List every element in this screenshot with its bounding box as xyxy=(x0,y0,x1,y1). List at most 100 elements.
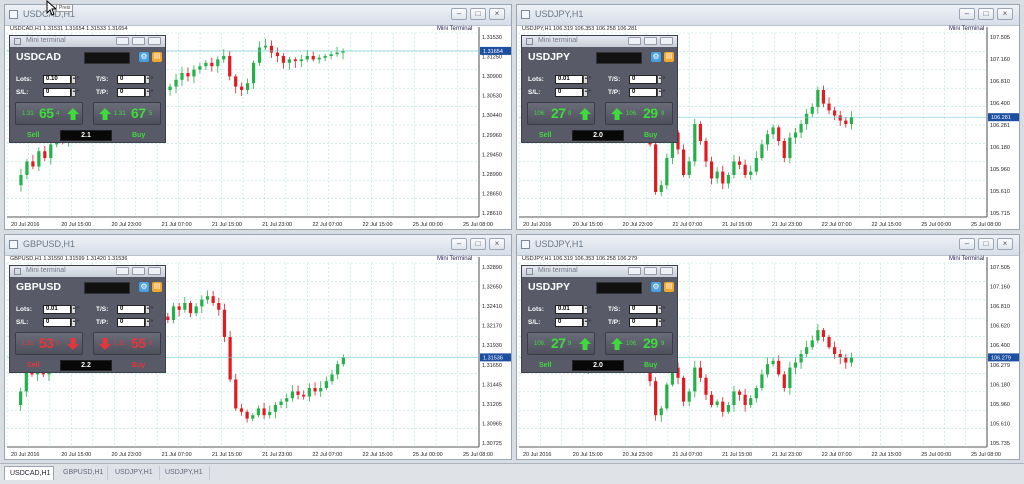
symbol-selector[interactable] xyxy=(84,52,130,64)
symbol-selector[interactable] xyxy=(596,52,642,64)
trailing-stop-input[interactable]: 0 xyxy=(117,75,145,84)
stop-loss-input[interactable]: 0 xyxy=(555,318,583,327)
symbol-selector[interactable] xyxy=(596,282,642,294)
minimize-button[interactable] xyxy=(628,267,641,275)
sell-button[interactable]: Sell xyxy=(27,132,39,139)
maximize-button[interactable] xyxy=(132,37,145,45)
close-button[interactable] xyxy=(148,37,161,45)
chart-icon[interactable]: ▤ xyxy=(664,52,674,62)
candle-body xyxy=(192,69,196,77)
stop-loss-stepper[interactable]: ▲▼ xyxy=(583,318,592,327)
gear-icon[interactable]: ⚙ xyxy=(139,282,149,292)
lot-size-display[interactable]: 2.0 xyxy=(572,360,624,371)
stop-loss-stepper[interactable]: ▲▼ xyxy=(583,88,592,97)
take-profit-input[interactable]: 0 xyxy=(629,318,657,327)
price-tick-label: 105.610 xyxy=(990,189,1010,195)
buy-button[interactable]: Buy xyxy=(644,132,657,139)
gear-icon[interactable]: ⚙ xyxy=(139,52,149,62)
chart-window-usdcad[interactable]: USDCAD,H1 – □ × USDCAD,H1 1.31531 1.31654 … xyxy=(4,4,512,230)
lot-size-display[interactable]: 2.2 xyxy=(60,360,112,371)
maximize-button[interactable] xyxy=(132,267,145,275)
trailing-stop-stepper[interactable]: ▲▼ xyxy=(145,305,154,314)
maximize-button[interactable] xyxy=(644,37,657,45)
chart-window-gbpusd[interactable]: GBPUSD,H1 – □ × GBPUSD,H1 1.31550 1.31599 … xyxy=(4,234,512,460)
price-tick-label: 106.810 xyxy=(990,304,1010,310)
stop-loss-stepper[interactable]: ▲▼ xyxy=(71,318,80,327)
take-profit-input[interactable]: 0 xyxy=(117,88,145,97)
mini-terminal-panel[interactable]: Mini terminal GBPUSD ⚙ ▤ Lots: 0.01 ▲▼ S/L: 0 ▲▼ T… xyxy=(9,265,166,373)
trailing-stop-input[interactable]: 0 xyxy=(629,305,657,314)
mini-terminal-panel[interactable]: Mini terminal USDJPY ⚙ ▤ Lots: 0.01 ▲▼ S/L: 0 ▲▼ T… xyxy=(521,35,678,143)
take-profit-stepper[interactable]: ▲▼ xyxy=(657,88,666,97)
candle-body xyxy=(760,144,764,158)
trailing-stop-stepper[interactable]: ▲▼ xyxy=(657,75,666,84)
sell-price-button[interactable]: 106. 27 9 xyxy=(527,102,595,125)
mini-terminal-panel[interactable]: Mini terminal USDJPY ⚙ ▤ Lots: 0.01 ▲▼ S/L: 0 ▲▼ T… xyxy=(521,265,678,373)
sell-price-button[interactable]: 1.31 53 6 xyxy=(15,332,83,355)
sell-button[interactable]: Sell xyxy=(539,362,551,369)
stop-loss-input[interactable]: 0 xyxy=(43,318,71,327)
close-button[interactable] xyxy=(660,267,673,275)
minimize-button[interactable] xyxy=(628,37,641,45)
stop-loss-stepper[interactable]: ▲▼ xyxy=(71,88,80,97)
sell-button[interactable]: Sell xyxy=(539,132,551,139)
lots-stepper[interactable]: ▲▼ xyxy=(583,305,592,314)
take-profit-input[interactable]: 0 xyxy=(629,88,657,97)
maximize-button[interactable] xyxy=(644,267,657,275)
tab-usdjpy[interactable]: USDJPY,H1 xyxy=(110,466,160,480)
mini-terminal-titlebar[interactable]: Mini terminal xyxy=(10,36,165,47)
lot-size-display[interactable]: 2.1 xyxy=(60,130,112,141)
lots-stepper[interactable]: ▲▼ xyxy=(583,75,592,84)
take-profit-stepper[interactable]: ▲▼ xyxy=(657,318,666,327)
chart-window-usdjpy[interactable]: USDJPY,H1 – □ × USDJPY,H1 106.319 106.353 … xyxy=(516,4,1020,230)
gear-icon[interactable]: ⚙ xyxy=(651,282,661,292)
take-profit-stepper[interactable]: ▲▼ xyxy=(145,88,154,97)
lots-input[interactable]: 0.10 xyxy=(43,75,71,84)
stop-loss-input[interactable]: 0 xyxy=(43,88,71,97)
tab-gbpusd[interactable]: GBPUSD,H1 xyxy=(58,466,108,480)
minimize-button[interactable] xyxy=(116,37,129,45)
sl-label: S/L: xyxy=(528,319,541,326)
take-profit-stepper[interactable]: ▲▼ xyxy=(145,318,154,327)
time-tick-label: 21 Jul 15:00 xyxy=(722,452,752,458)
buy-price-button[interactable]: 106. 29 9 xyxy=(605,332,673,355)
lot-size-display[interactable]: 2.0 xyxy=(572,130,624,141)
buy-price-button[interactable]: 106. 29 9 xyxy=(605,102,673,125)
tab-usdcad[interactable]: USDCAD,H1 xyxy=(4,466,54,480)
buy-price-button[interactable]: 1.31 55 8 xyxy=(93,332,161,355)
gear-icon[interactable]: ⚙ xyxy=(651,52,661,62)
lots-stepper[interactable]: ▲▼ xyxy=(71,75,80,84)
symbol-selector[interactable] xyxy=(84,282,130,294)
stop-loss-input[interactable]: 0 xyxy=(555,88,583,97)
buy-button[interactable]: Buy xyxy=(132,132,145,139)
sell-button[interactable]: Sell xyxy=(27,362,39,369)
take-profit-input[interactable]: 0 xyxy=(117,318,145,327)
chart-icon[interactable]: ▤ xyxy=(664,282,674,292)
buy-price-button[interactable]: 1.31 67 5 xyxy=(93,102,161,125)
lots-input[interactable]: 0.01 xyxy=(555,305,583,314)
minimize-button[interactable] xyxy=(116,267,129,275)
trailing-stop-input[interactable]: 0 xyxy=(117,305,145,314)
buy-button[interactable]: Buy xyxy=(132,362,145,369)
mini-terminal-panel[interactable]: Mini terminal USDCAD ⚙ ▤ Lots: 0.10 ▲▼ S/L: 0 ▲▼ T… xyxy=(9,35,166,143)
trailing-stop-input[interactable]: 0 xyxy=(629,75,657,84)
lots-input[interactable]: 0.01 xyxy=(43,305,71,314)
chart-icon[interactable]: ▤ xyxy=(152,282,162,292)
sell-price-button[interactable]: 1.31 65 4 xyxy=(15,102,83,125)
lots-stepper[interactable]: ▲▼ xyxy=(71,305,80,314)
trailing-stop-stepper[interactable]: ▲▼ xyxy=(657,305,666,314)
buy-button[interactable]: Buy xyxy=(644,362,657,369)
trailing-stop-stepper[interactable]: ▲▼ xyxy=(145,75,154,84)
chart-icon[interactable]: ▤ xyxy=(152,52,162,62)
mini-terminal-titlebar[interactable]: Mini terminal xyxy=(10,266,165,277)
chart-window-usdjpy-2[interactable]: USDJPY,H1 – □ × USDJPY,H1 106.319 106.353 … xyxy=(516,234,1020,460)
tab-usdjpy-2[interactable]: USDJPY,H1 xyxy=(160,466,210,480)
mini-terminal-titlebar[interactable]: Mini terminal xyxy=(522,36,677,47)
close-button[interactable] xyxy=(148,267,161,275)
time-tick-label: 20 Jul 23:00 xyxy=(623,452,653,458)
close-button[interactable] xyxy=(660,37,673,45)
mini-terminal-titlebar[interactable]: Mini terminal xyxy=(522,266,677,277)
lots-input[interactable]: 0.01 xyxy=(555,75,583,84)
sell-price-button[interactable]: 106. 27 9 xyxy=(527,332,595,355)
current-price-label: 1.31536 xyxy=(483,355,503,361)
